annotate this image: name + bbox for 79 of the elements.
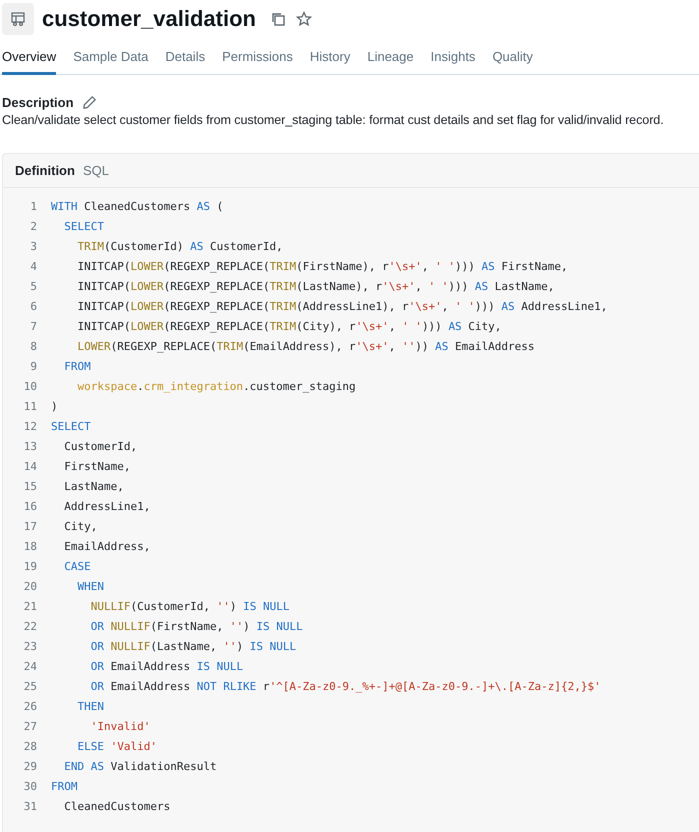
code-line: INITCAP(LOWER(REGEXP_REPLACE(TRIM(LastName), r'\s+', ' '))) AS LastName,	[76, 280, 554, 292]
line-number: 8	[29, 340, 38, 352]
line-number: 28	[22, 740, 38, 752]
description-label: Description	[2, 95, 74, 110]
line-number: 15	[22, 480, 38, 492]
line-number: 14	[22, 460, 38, 472]
line-number: 31	[22, 800, 38, 812]
star-icon[interactable]	[296, 11, 312, 27]
line-number: 24	[22, 660, 38, 672]
line-number: 25	[22, 680, 38, 692]
line-number: 27	[22, 720, 38, 732]
line-number: 17	[22, 520, 38, 532]
line-number: 6	[29, 300, 38, 312]
tab[interactable]: Sample Data	[73, 44, 148, 75]
code-line: INITCAP(LOWER(REGEXP_REPLACE(TRIM(City), r'\s+', ' '))) AS City,	[76, 320, 502, 332]
code-line: FROM	[63, 360, 91, 372]
page-title: customer_validation	[42, 6, 256, 32]
code-line: CustomerId,	[63, 440, 138, 452]
tab[interactable]: Details	[165, 44, 206, 75]
line-number: 26	[22, 700, 38, 712]
line-number: 10	[22, 380, 38, 392]
code-line: CASE	[63, 560, 91, 572]
line-number: 29	[22, 760, 38, 772]
code-line: AddressLine1,	[63, 500, 150, 512]
line-number: 18	[22, 540, 38, 552]
code-line: City,	[63, 520, 98, 532]
tab[interactable]: Overview	[2, 44, 56, 75]
definition-title: Definition	[15, 163, 75, 178]
tab[interactable]: Permissions	[222, 44, 293, 75]
line-number: 30	[22, 780, 38, 792]
code-line: OR NULLIF(LastName, '') IS NULL	[90, 640, 296, 652]
code-line: OR EmailAddress NOT RLIKE r'^[A-Za-z0-9._%+-]+@[A-Za-z0-9.-]+\.[A-Za-z]{2,}$'	[90, 680, 601, 692]
tab[interactable]: Insights	[430, 44, 476, 75]
code-line: THEN	[76, 700, 104, 712]
code-line: ELSE 'Valid'	[76, 740, 157, 752]
code-line: OR NULLIF(FirstName, '') IS NULL	[90, 620, 303, 632]
code-line: INITCAP(LOWER(REGEXP_REPLACE(TRIM(FirstName), r'\s+', ' '))) AS FirstName,	[76, 260, 568, 272]
code-line: SELECT	[63, 220, 104, 232]
line-number: 21	[22, 600, 38, 612]
table-view-icon	[2, 3, 34, 35]
language-label: SQL	[82, 163, 109, 178]
tab[interactable]: Lineage	[367, 44, 414, 75]
line-number: 9	[29, 360, 38, 372]
code-line: INITCAP(LOWER(REGEXP_REPLACE(TRIM(AddressLine1), r'\s+', ' '))) AS AddressLine1,	[76, 300, 608, 312]
code-line: workspace.crm_integration.customer_staging	[76, 380, 356, 392]
line-number: 7	[29, 320, 38, 332]
line-number: 20	[22, 580, 38, 592]
line-number: 22	[22, 620, 38, 632]
code-line: EmailAddress,	[63, 540, 150, 552]
code-line: WHEN	[76, 580, 104, 592]
tab[interactable]: History	[310, 44, 350, 75]
line-number: 1	[29, 200, 38, 212]
code-line: LastName,	[63, 480, 124, 492]
line-number: 12	[22, 420, 38, 432]
description-text: Clean/validate select customer fields from customer_staging table: format cust details and set flag for valid/invalid record.	[2, 113, 665, 127]
line-number: 11	[22, 400, 38, 412]
pencil-icon[interactable]	[82, 95, 97, 110]
line-number: 19	[22, 560, 38, 572]
code-line: 'Invalid'	[90, 720, 150, 732]
code-line: NULLIF(CustomerId, '') IS NULL	[90, 600, 290, 612]
line-number: 16	[22, 500, 38, 512]
line-number: 13	[22, 440, 38, 452]
code-line: OR EmailAddress IS NULL	[90, 660, 244, 672]
line-number: 4	[29, 260, 38, 272]
code-line: WITH CleanedCustomers AS (	[51, 200, 224, 212]
line-number: 5	[29, 280, 38, 292]
code-line: CleanedCustomers	[63, 800, 170, 812]
line-number: 3	[29, 240, 38, 252]
line-number: 23	[22, 640, 38, 652]
copy-icon[interactable]	[270, 11, 286, 27]
tab[interactable]: Quality	[492, 44, 533, 75]
code-line: FROM	[51, 780, 78, 792]
code-line: FirstName,	[63, 460, 130, 472]
code-line: END AS ValidationResult	[63, 760, 217, 772]
code-line: LOWER(REGEXP_REPLACE(TRIM(EmailAddress), r'\s+', '')) AS EmailAddress	[76, 340, 535, 352]
code-line: )	[51, 400, 58, 412]
code-line: SELECT	[51, 420, 91, 432]
line-number: 2	[29, 220, 38, 232]
code-line: TRIM(CustomerId) AS CustomerId,	[76, 240, 283, 252]
